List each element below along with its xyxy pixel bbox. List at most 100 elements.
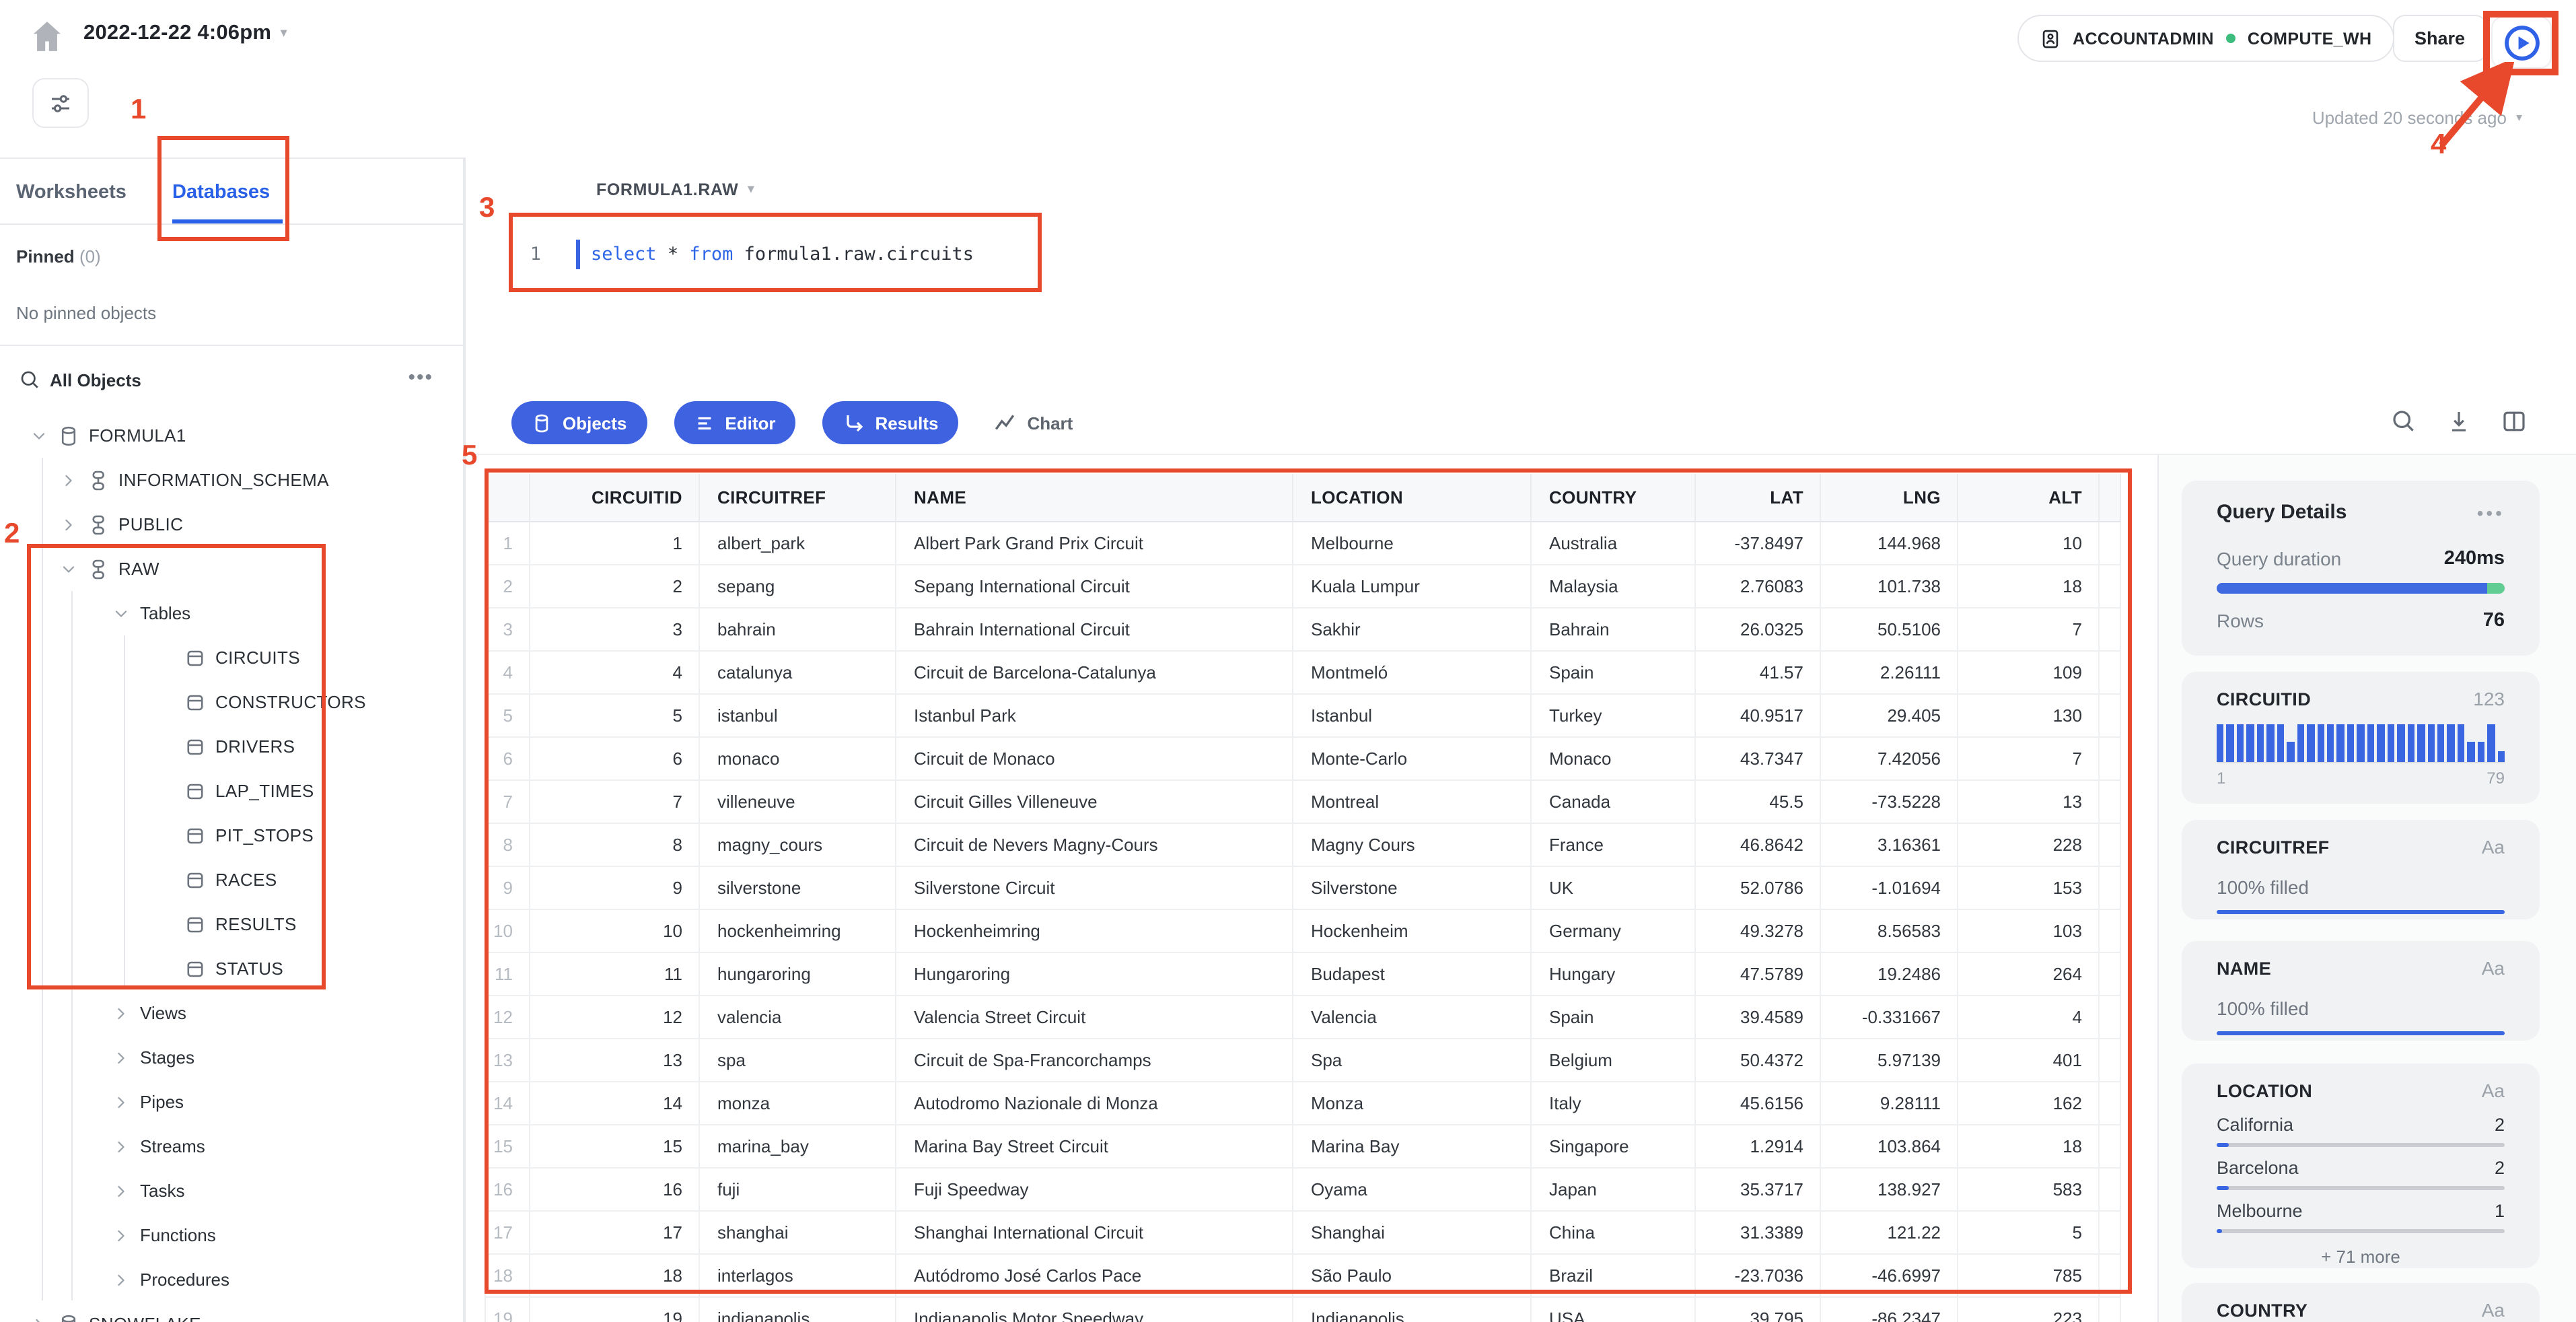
card-menu-icon[interactable]: ••• — [2477, 501, 2505, 523]
home-button[interactable] — [27, 18, 67, 55]
table-cell[interactable]: -37.8497 — [1696, 522, 1821, 565]
tab-databases[interactable]: Databases — [172, 159, 270, 225]
table-cell[interactable]: 2 — [530, 565, 700, 608]
table-cell[interactable] — [2100, 824, 2121, 867]
tab-editor[interactable]: Editor — [674, 401, 796, 444]
table-cell[interactable]: 785 — [1958, 1255, 2100, 1298]
table-cell[interactable]: Melbourne — [1293, 522, 1532, 565]
table-cell[interactable]: 52.0786 — [1696, 867, 1821, 910]
column-header-circuitid[interactable]: CIRCUITID — [530, 474, 700, 522]
column-header-lng[interactable]: LNG — [1821, 474, 1958, 522]
tab-chart[interactable]: Chart — [985, 411, 1081, 434]
table-cell[interactable]: 7 — [530, 781, 700, 824]
chevron-right-icon[interactable] — [59, 471, 78, 489]
column-header-country[interactable]: COUNTRY — [1532, 474, 1696, 522]
table-cell[interactable]: Indianapolis Motor Speedway — [896, 1298, 1293, 1322]
table-cell[interactable]: Bahrain International Circuit — [896, 608, 1293, 652]
table-cell[interactable]: 39.4589 — [1696, 996, 1821, 1039]
table-cell[interactable]: -46.6997 — [1821, 1255, 1958, 1298]
table-cell[interactable]: 5 — [1958, 1212, 2100, 1255]
tab-objects[interactable]: Objects — [511, 401, 647, 444]
table-cell[interactable]: Fuji Speedway — [896, 1169, 1293, 1212]
table-cell[interactable] — [2100, 565, 2121, 608]
column-header-lat[interactable]: LAT — [1696, 474, 1821, 522]
table-cell[interactable]: spa — [700, 1039, 896, 1082]
table-cell[interactable]: 7.42056 — [1821, 738, 1958, 781]
table-cell[interactable]: shanghai — [700, 1212, 896, 1255]
table-cell[interactable]: Monza — [1293, 1082, 1532, 1125]
column-header-alt[interactable]: ALT — [1958, 474, 2100, 522]
table-cell[interactable]: 103 — [1958, 910, 2100, 953]
table-cell[interactable]: villeneuve — [700, 781, 896, 824]
table-cell[interactable]: São Paulo — [1293, 1255, 1532, 1298]
table-cell[interactable]: Japan — [1532, 1169, 1696, 1212]
table-cell[interactable] — [2100, 695, 2121, 738]
table-cell[interactable]: Valencia — [1293, 996, 1532, 1039]
tree-item-tasks[interactable]: Tasks — [0, 1169, 463, 1213]
table-cell[interactable]: Hockenheimring — [896, 910, 1293, 953]
table-cell[interactable]: Silverstone — [1293, 867, 1532, 910]
table-cell[interactable] — [2100, 867, 2121, 910]
table-cell[interactable]: Turkey — [1532, 695, 1696, 738]
table-cell[interactable]: 8 — [530, 824, 700, 867]
table-cell[interactable]: Montmeló — [1293, 652, 1532, 695]
tree-item-circuits[interactable]: CIRCUITS — [0, 635, 463, 680]
filters-button[interactable] — [32, 78, 89, 128]
chevron-right-icon[interactable] — [59, 515, 78, 534]
table-cell[interactable]: Istanbul — [1293, 695, 1532, 738]
table-cell[interactable]: 3 — [530, 608, 700, 652]
table-cell[interactable]: Hungaroring — [896, 953, 1293, 996]
table-cell[interactable]: 19.2486 — [1821, 953, 1958, 996]
tree-item-results[interactable]: RESULTS — [0, 902, 463, 946]
chevron-down-icon[interactable] — [30, 426, 48, 445]
table-cell[interactable]: Montreal — [1293, 781, 1532, 824]
table-cell[interactable]: Bahrain — [1532, 608, 1696, 652]
table-cell[interactable]: 16 — [530, 1169, 700, 1212]
chevron-right-icon[interactable] — [112, 1004, 131, 1022]
table-cell[interactable] — [2100, 652, 2121, 695]
table-cell[interactable]: 144.968 — [1821, 522, 1958, 565]
table-cell[interactable]: interlagos — [700, 1255, 896, 1298]
table-cell[interactable]: sepang — [700, 565, 896, 608]
table-cell[interactable]: Silverstone Circuit — [896, 867, 1293, 910]
table-cell[interactable]: hockenheimring — [700, 910, 896, 953]
table-cell[interactable]: Sepang International Circuit — [896, 565, 1293, 608]
table-cell[interactable]: 2.26111 — [1821, 652, 1958, 695]
more-values-link[interactable]: + 71 more — [2217, 1247, 2505, 1267]
table-cell[interactable]: 10 — [1958, 522, 2100, 565]
table-cell[interactable]: Circuit Gilles Villeneuve — [896, 781, 1293, 824]
column-header-location[interactable]: LOCATION — [1293, 474, 1532, 522]
table-cell[interactable]: 121.22 — [1821, 1212, 1958, 1255]
table-cell[interactable]: 2.76083 — [1696, 565, 1821, 608]
tree-item-lap_times[interactable]: LAP_TIMES — [0, 769, 463, 813]
table-cell[interactable]: 228 — [1958, 824, 2100, 867]
table-cell[interactable]: Monaco — [1532, 738, 1696, 781]
table-cell[interactable] — [2100, 910, 2121, 953]
table-cell[interactable]: 13 — [530, 1039, 700, 1082]
table-cell[interactable]: Circuit de Spa-Francorchamps — [896, 1039, 1293, 1082]
table-cell[interactable]: 7 — [1958, 738, 2100, 781]
tree-item-pit_stops[interactable]: PIT_STOPS — [0, 813, 463, 858]
table-cell[interactable]: Indianapolis — [1293, 1298, 1532, 1322]
table-cell[interactable]: Canada — [1532, 781, 1696, 824]
role-warehouse-selector[interactable]: ACCOUNTADMIN COMPUTE_WH — [2017, 15, 2395, 62]
chevron-down-icon[interactable] — [59, 559, 78, 578]
table-cell[interactable]: indianapolis — [700, 1298, 896, 1322]
table-cell[interactable] — [2100, 522, 2121, 565]
table-cell[interactable]: 46.8642 — [1696, 824, 1821, 867]
table-cell[interactable] — [2100, 1298, 2121, 1322]
table-cell[interactable]: -23.7036 — [1696, 1255, 1821, 1298]
table-cell[interactable]: 45.5 — [1696, 781, 1821, 824]
table-cell[interactable]: 19 — [530, 1298, 700, 1322]
table-cell[interactable]: 43.7347 — [1696, 738, 1821, 781]
table-cell[interactable]: Hungary — [1532, 953, 1696, 996]
table-cell[interactable]: 18 — [1958, 565, 2100, 608]
table-cell[interactable]: Monte-Carlo — [1293, 738, 1532, 781]
share-button[interactable]: Share — [2393, 15, 2487, 62]
table-cell[interactable]: 41.57 — [1696, 652, 1821, 695]
table-cell[interactable]: istanbul — [700, 695, 896, 738]
table-cell[interactable]: 13 — [1958, 781, 2100, 824]
table-cell[interactable]: 35.3717 — [1696, 1169, 1821, 1212]
tab-results[interactable]: Results — [822, 401, 959, 444]
table-cell[interactable]: Valencia Street Circuit — [896, 996, 1293, 1039]
